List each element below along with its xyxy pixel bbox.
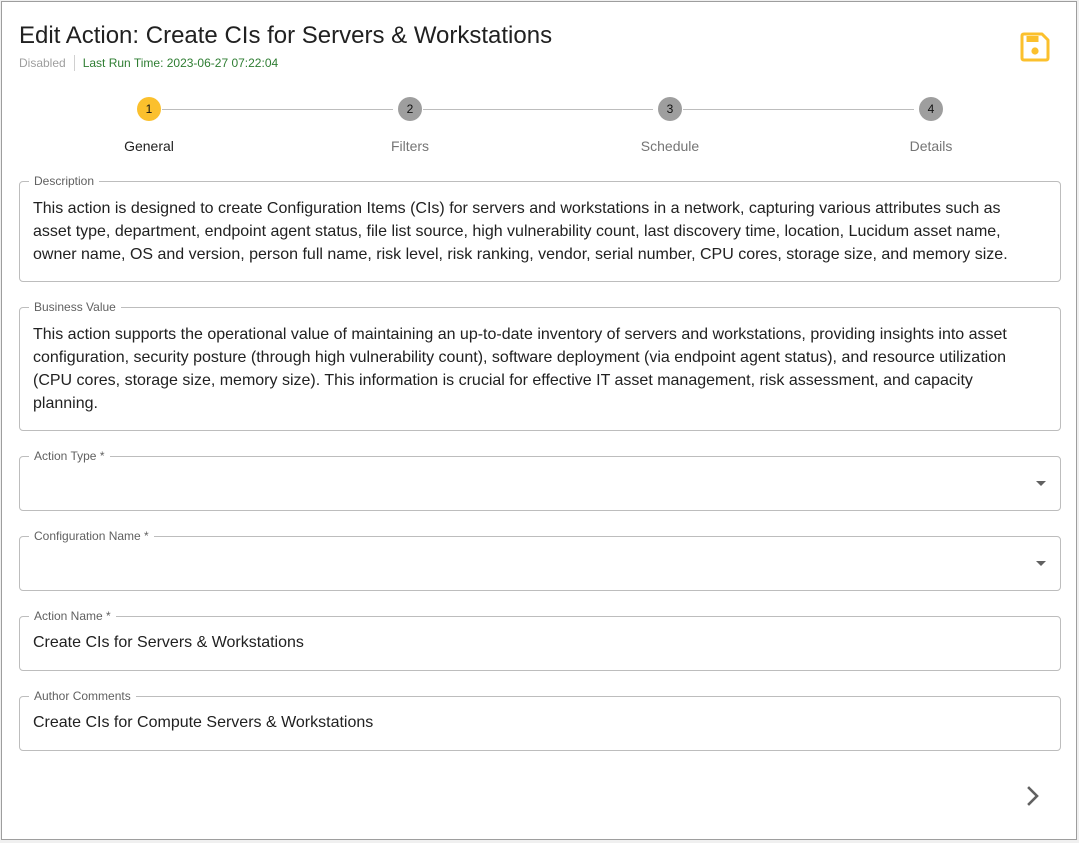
step-number: 2 [398, 97, 422, 121]
action-name-input[interactable]: Action Name * Create CIs for Servers & W… [19, 609, 1061, 671]
wizard-stepper: 1 General 2 Filters 3 Schedule 4 Details [19, 96, 1062, 158]
author-comments-label: Author Comments [29, 689, 136, 703]
description-field[interactable]: Description This action is designed to c… [19, 174, 1061, 282]
action-name-value: Create CIs for Servers & Workstations [33, 634, 304, 651]
step-label: Filters [390, 138, 430, 154]
step-general[interactable]: 1 General [79, 96, 219, 154]
edit-action-dialog: Edit Action: Create CIs for Servers & Wo… [1, 1, 1077, 840]
step-label: General [124, 138, 174, 154]
step-filters[interactable]: 2 Filters [340, 96, 480, 154]
action-type-select[interactable]: Action Type * [19, 449, 1061, 511]
action-name-label: Action Name * [29, 609, 116, 623]
description-text: This action is designed to create Config… [33, 200, 1008, 263]
business-value-label: Business Value [29, 300, 121, 314]
step-label: Schedule [640, 138, 700, 154]
action-type-label: Action Type * [29, 449, 110, 463]
business-value-text: This action supports the operational val… [33, 326, 1007, 412]
chevron-right-icon [1027, 786, 1039, 806]
status-badge: Disabled [19, 56, 66, 70]
configuration-name-select[interactable]: Configuration Name * [19, 529, 1061, 591]
description-label: Description [29, 174, 100, 188]
business-value-field[interactable]: Business Value This action supports the … [19, 300, 1061, 431]
action-meta: Disabled Last Run Time: 2023-06-27 07:22… [19, 55, 278, 71]
chevron-down-icon[interactable] [1036, 481, 1046, 486]
configuration-name-label: Configuration Name * [29, 529, 154, 543]
page-title: Edit Action: Create CIs for Servers & Wo… [19, 22, 553, 49]
step-schedule[interactable]: 3 Schedule [600, 96, 740, 154]
save-button[interactable] [1019, 31, 1051, 63]
author-comments-value: Create CIs for Compute Servers & Worksta… [33, 714, 374, 731]
next-step-button[interactable] [1019, 782, 1047, 810]
step-number: 4 [919, 97, 943, 121]
step-number: 1 [137, 97, 161, 121]
last-run-time: Last Run Time: 2023-06-27 07:22:04 [82, 56, 279, 70]
meta-divider [73, 55, 75, 71]
step-label: Details [909, 138, 953, 154]
chevron-down-icon[interactable] [1036, 561, 1046, 566]
floppy-disk-icon [1020, 32, 1050, 62]
step-number: 3 [658, 97, 682, 121]
author-comments-input[interactable]: Author Comments Create CIs for Compute S… [19, 689, 1061, 751]
step-details[interactable]: 4 Details [861, 96, 1001, 154]
